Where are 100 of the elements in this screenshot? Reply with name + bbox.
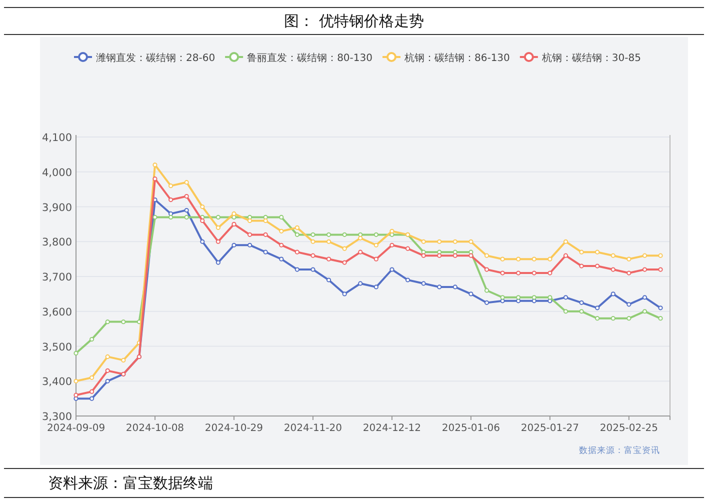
point [358, 236, 363, 240]
point [247, 232, 252, 237]
point [563, 239, 568, 244]
point [500, 270, 505, 276]
point [595, 306, 600, 310]
point [294, 225, 300, 230]
point [500, 295, 505, 300]
source-note: 资料来源：富宝数据终端 [48, 472, 213, 494]
point [263, 218, 268, 223]
x-tick-label: 2024-10-29 [204, 423, 264, 434]
point [563, 309, 568, 314]
legend-label[interactable]: 杭钢：碳结钢：86-130 [404, 53, 510, 64]
point [152, 176, 158, 182]
y-tick-label: 4,100 [42, 132, 72, 144]
point [484, 253, 490, 258]
point [216, 214, 220, 220]
point [216, 260, 220, 265]
y-tick-label: 3,400 [42, 376, 72, 388]
point [200, 239, 205, 244]
point [105, 320, 110, 324]
x-tick-label: 2024-09-09 [46, 423, 106, 434]
point [579, 309, 584, 314]
x-tick-label: 2025-01-27 [520, 423, 579, 434]
legend-label[interactable]: 杭钢：碳结钢：30-85 [542, 53, 641, 64]
point [168, 197, 174, 202]
legend-icon[interactable] [225, 52, 244, 62]
point [579, 250, 584, 254]
y-tick-label: 3,900 [42, 202, 72, 214]
point [437, 239, 442, 244]
point [121, 320, 126, 324]
point [516, 270, 521, 276]
point [326, 278, 332, 282]
point [294, 267, 300, 272]
point [642, 253, 648, 258]
point [74, 378, 78, 384]
point [374, 232, 378, 237]
point [310, 267, 316, 272]
point [595, 250, 600, 254]
x-tick-label: 2024-10-08 [126, 423, 184, 434]
point [532, 256, 536, 262]
point [642, 309, 648, 314]
point [358, 232, 363, 237]
point [548, 295, 552, 300]
point [595, 316, 600, 321]
point [121, 358, 126, 362]
point [437, 284, 442, 290]
point [405, 246, 410, 251]
point [484, 300, 490, 305]
point [184, 208, 189, 213]
point [168, 184, 174, 188]
point [90, 389, 94, 394]
point [263, 232, 268, 237]
x-tick-label: 2024-12-12 [362, 423, 422, 434]
point [437, 250, 442, 254]
point [658, 306, 663, 310]
point [279, 242, 284, 248]
point [358, 250, 363, 254]
point [421, 281, 426, 286]
point [405, 278, 410, 282]
point [548, 256, 552, 262]
point [105, 354, 110, 360]
point [342, 232, 347, 237]
point [310, 239, 316, 244]
point [658, 316, 663, 321]
point [421, 239, 426, 244]
point [152, 214, 158, 220]
point [610, 267, 616, 272]
point [452, 284, 458, 290]
point [626, 270, 632, 276]
point [421, 253, 426, 258]
point [516, 298, 521, 304]
point [452, 250, 458, 254]
point [626, 256, 632, 262]
point [247, 242, 252, 248]
point [390, 267, 394, 272]
point [105, 378, 110, 384]
point [516, 256, 521, 262]
point [468, 253, 474, 258]
legend-label[interactable]: 鲁丽直发：碳结钢：80-130 [247, 53, 372, 64]
point [374, 242, 378, 248]
legend-icon[interactable] [74, 52, 92, 62]
x-tick-label: 2025-02-25 [600, 423, 658, 434]
y-tick-label: 4,000 [42, 166, 72, 179]
point [500, 256, 505, 262]
point [563, 253, 568, 258]
point [595, 264, 600, 268]
point [610, 316, 616, 321]
point [642, 267, 648, 272]
point [90, 336, 94, 342]
point [658, 267, 663, 272]
legend-icon[interactable] [520, 52, 538, 62]
point [310, 232, 316, 237]
point [452, 253, 458, 258]
legend-label[interactable]: 潍钢直发：碳结钢：28-60 [96, 53, 216, 64]
y-tick-label: 3,500 [42, 341, 72, 354]
point [216, 225, 220, 230]
point [294, 250, 300, 254]
point [532, 298, 536, 304]
point [200, 204, 205, 210]
point [626, 302, 632, 307]
